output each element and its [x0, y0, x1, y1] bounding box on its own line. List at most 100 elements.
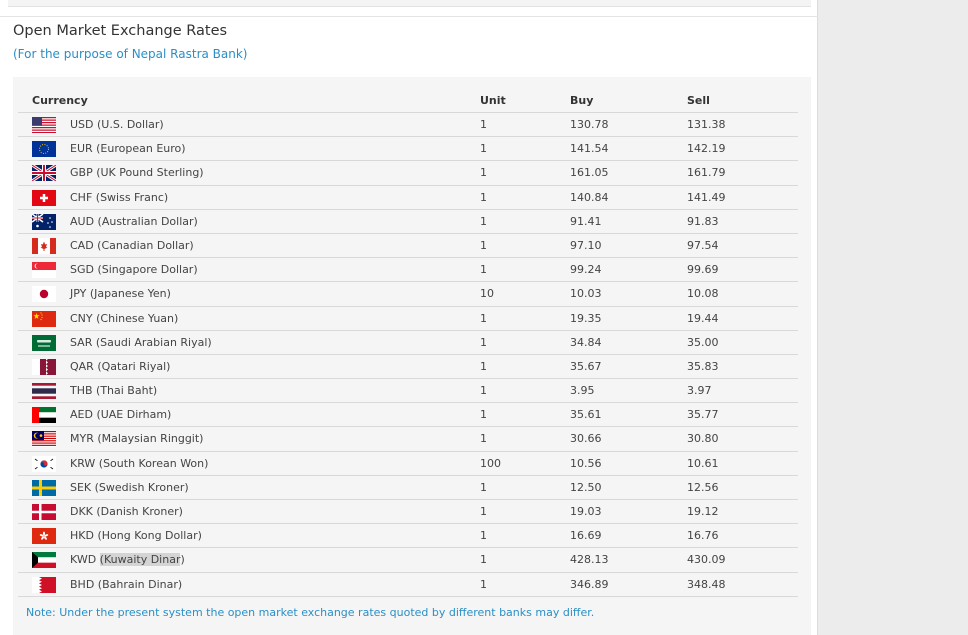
us-flag-icon	[32, 117, 56, 133]
exchange-rates-panel: Open Market Exchange Rates (For the purp…	[0, 0, 818, 635]
buy-rate-cell: 19.35	[570, 311, 602, 325]
currency-name: HKD (Hong Kong Dollar)	[70, 529, 202, 543]
currency-name: BHD (Bahrain Dinar)	[70, 577, 183, 591]
table-row: KRW (South Korean Won) 100 10.56 10.61	[18, 452, 798, 476]
cn-flag-icon	[32, 310, 56, 327]
bh-flag-icon	[32, 576, 56, 593]
buy-rate-cell: 97.10	[570, 238, 602, 252]
unit-cell: 1	[480, 142, 487, 156]
buy-rate-cell: 30.66	[570, 432, 602, 446]
sg-flag-icon	[32, 262, 56, 279]
sell-rate-cell: 35.77	[687, 408, 719, 422]
currency-name: AUD (Australian Dollar)	[70, 214, 198, 228]
unit-cell: 1	[480, 553, 487, 567]
se-flag-icon	[32, 479, 56, 496]
sell-rate-cell: 131.38	[687, 118, 726, 131]
unit-cell: 1	[480, 263, 487, 277]
sell-rate-cell: 30.80	[687, 432, 719, 446]
currency-name: THB (Thai Baht)	[70, 384, 158, 398]
buy-rate-cell: 16.69	[570, 529, 602, 543]
unit-cell: 1	[480, 359, 487, 373]
sell-rate-cell: 19.12	[687, 505, 719, 518]
sell-rate-cell: 35.00	[687, 335, 719, 349]
sa-flag-icon	[32, 334, 56, 351]
buy-rate-cell: 91.41	[570, 214, 602, 228]
kr-flag-icon	[32, 455, 56, 472]
table-row: MYR (Malaysian Ringgit) 1 30.66 30.80	[18, 427, 798, 452]
unit-cell: 1	[480, 166, 487, 180]
unit-cell: 1	[480, 577, 487, 591]
sell-rate-cell: 430.09	[687, 553, 726, 567]
currency-name: DKK (Danish Kroner)	[70, 505, 183, 518]
sell-rate-cell: 161.79	[687, 166, 726, 180]
sell-rate-cell: 10.61	[687, 456, 719, 470]
qa-flag-icon	[32, 358, 56, 375]
currency-name: SEK (Swedish Kroner)	[70, 480, 189, 494]
currency-name: SGD (Singapore Dollar)	[70, 263, 198, 277]
buy-rate-cell: 19.03	[570, 505, 602, 518]
buy-rate-cell: 141.54	[570, 142, 609, 156]
unit-cell: 1	[480, 505, 487, 518]
unit-cell: 1	[480, 408, 487, 422]
buy-rate-cell: 34.84	[570, 335, 602, 349]
currency-name: QAR (Qatari Riyal)	[70, 359, 171, 373]
sell-rate-cell: 142.19	[687, 142, 726, 156]
header-unit: Unit	[480, 94, 506, 107]
table-row: AUD (Australian Dollar) 1 91.41 91.83	[18, 210, 798, 234]
buy-rate-cell: 428.13	[570, 553, 609, 567]
jp-flag-icon	[32, 286, 56, 303]
table-row: EUR (European Euro) 1 141.54 142.19	[18, 137, 798, 162]
sell-rate-cell: 348.48	[687, 577, 726, 591]
currency-name: CHF (Swiss Franc)	[70, 190, 169, 204]
buy-rate-cell: 10.56	[570, 456, 602, 470]
table-header-row: Currency Unit Buy Sell	[18, 89, 798, 113]
gb-flag-icon	[32, 165, 56, 182]
table-row: JPY (Japanese Yen) 10 10.03 10.08	[18, 282, 798, 307]
sell-rate-cell: 10.08	[687, 287, 719, 301]
unit-cell: 100	[480, 456, 501, 470]
sell-rate-cell: 35.83	[687, 359, 719, 373]
th-flag-icon	[32, 383, 56, 400]
kw-flag-icon	[32, 552, 56, 569]
currency-name: KRW (South Korean Won)	[70, 456, 209, 470]
sell-rate-cell: 12.56	[687, 480, 719, 494]
unit-cell: 1	[480, 432, 487, 446]
sell-rate-cell: 3.97	[687, 384, 712, 398]
currency-name: CNY (Chinese Yuan)	[70, 311, 179, 325]
currency-name: GBP (UK Pound Sterling)	[70, 166, 204, 180]
sell-rate-cell: 141.49	[687, 190, 726, 204]
unit-cell: 1	[480, 238, 487, 252]
my-flag-icon	[32, 431, 56, 448]
currency-name: AED (UAE Dirham)	[70, 408, 172, 422]
ca-flag-icon	[32, 237, 56, 254]
table-row: CNY (Chinese Yuan) 1 19.35 19.44	[18, 307, 798, 331]
currency-name-tail: )	[180, 553, 185, 567]
currency-name: KWD (Kuwaity Dinar)	[70, 553, 185, 567]
sell-rate-cell: 97.54	[687, 238, 719, 252]
unit-cell: 1	[480, 335, 487, 349]
selected-text-highlight: (Kuwaity Dinar	[99, 553, 181, 567]
table-row: DKK (Danish Kroner) 1 19.03 19.12	[18, 500, 798, 525]
header-sell: Sell	[687, 94, 710, 107]
sell-rate-cell: 19.44	[687, 311, 719, 325]
header-currency: Currency	[32, 94, 88, 107]
buy-rate-cell: 10.03	[570, 287, 602, 301]
buy-rate-cell: 35.61	[570, 408, 602, 422]
buy-rate-cell: 140.84	[570, 190, 609, 204]
buy-rate-cell: 12.50	[570, 480, 602, 494]
buy-rate-cell: 3.95	[570, 384, 595, 398]
buy-rate-cell: 99.24	[570, 263, 602, 277]
currency-name: JPY (Japanese Yen)	[70, 287, 171, 301]
table-row: GBP (UK Pound Sterling) 1 161.05 161.79	[18, 161, 798, 186]
currency-code: KWD	[70, 553, 100, 567]
unit-cell: 1	[480, 384, 487, 398]
currency-name: CAD (Canadian Dollar)	[70, 238, 194, 252]
sell-rate-cell: 16.76	[687, 529, 719, 543]
buy-rate-cell: 161.05	[570, 166, 609, 180]
table-row: KWD (Kuwaity Dinar) 1 428.13 430.09	[18, 548, 798, 573]
buy-rate-cell: 130.78	[570, 118, 609, 131]
table-row: SAR (Saudi Arabian Riyal) 1 34.84 35.00	[18, 331, 798, 355]
rates-table-body: USD (U.S. Dollar) 1 130.78 131.38 EUR (Europ…	[18, 113, 798, 597]
unit-cell: 1	[480, 214, 487, 228]
table-row: SEK (Swedish Kroner) 1 12.50 12.56	[18, 476, 798, 500]
